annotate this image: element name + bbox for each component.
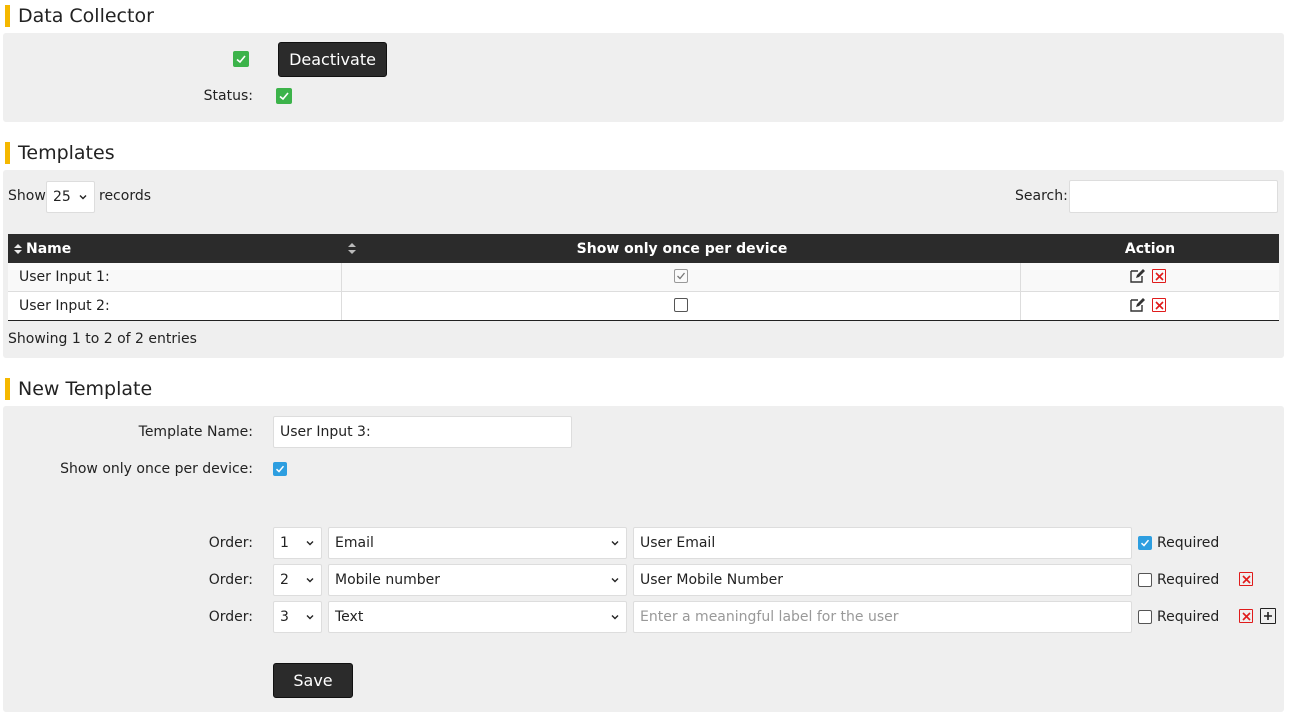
templates-table: Name Show only once per device Action Us… <box>8 234 1279 321</box>
field-type-value: Text <box>335 609 364 625</box>
row-name: User Input 2: <box>19 298 110 314</box>
chevron-down-icon <box>306 541 314 546</box>
edit-icon[interactable] <box>1129 268 1145 288</box>
order-value: 1 <box>280 535 289 551</box>
row-name: User Input 1: <box>19 269 110 285</box>
order-select[interactable]: 3 <box>273 601 322 633</box>
new-template-heading: New Template <box>5 378 152 400</box>
activated-checkbox[interactable] <box>233 51 249 67</box>
save-button[interactable]: Save <box>273 663 353 698</box>
accent-bar <box>5 378 10 400</box>
chevron-down-icon <box>611 578 619 583</box>
chevron-down-icon <box>79 195 87 200</box>
page-size-value: 25 <box>53 189 71 205</box>
delete-icon[interactable] <box>1152 269 1166 283</box>
chevron-down-icon <box>306 578 314 583</box>
field-type-select[interactable]: Text <box>328 601 627 633</box>
order-value: 2 <box>280 572 289 588</box>
records-label: records <box>99 188 152 204</box>
check-icon <box>279 92 289 101</box>
new-template-title: New Template <box>18 378 153 400</box>
deactivate-button[interactable]: Deactivate <box>278 42 387 77</box>
order-value: 3 <box>280 609 289 625</box>
once-checkbox[interactable] <box>273 462 287 476</box>
remove-field-icon[interactable] <box>1239 572 1253 586</box>
table-row: User Input 2: <box>8 292 1279 321</box>
show-label: Show <box>8 188 46 204</box>
templates-heading: Templates <box>5 142 115 164</box>
page-size-select[interactable]: 25 <box>46 181 95 213</box>
status-label: Status: <box>203 88 253 104</box>
once-label: Show only once per device: <box>60 461 253 477</box>
search-input[interactable] <box>1069 180 1278 213</box>
column-header-name[interactable]: Name <box>13 234 71 263</box>
remove-field-icon[interactable] <box>1239 609 1253 623</box>
cell-divider <box>1020 263 1021 291</box>
status-indicator <box>276 88 292 104</box>
order-label: Order: <box>208 535 253 551</box>
check-icon <box>1140 539 1150 547</box>
cell-divider <box>1020 292 1021 320</box>
data-collector-heading: Data Collector <box>5 5 154 27</box>
required-checkbox[interactable] <box>1138 610 1152 624</box>
template-name-label: Template Name: <box>138 424 253 440</box>
field-type-select[interactable]: Mobile number <box>328 564 627 596</box>
field-type-select[interactable]: Email <box>328 527 627 559</box>
accent-bar <box>5 5 10 27</box>
delete-icon[interactable] <box>1152 298 1166 312</box>
add-field-icon[interactable] <box>1260 608 1276 624</box>
table-row: User Input 1: <box>8 263 1279 292</box>
column-header-name-text: Name <box>26 240 72 257</box>
column-header-action: Action <box>1124 240 1176 257</box>
templates-panel: Show 25 records Search: Name Show only o… <box>3 170 1284 358</box>
field-type-value: Email <box>335 535 374 551</box>
search-label: Search: <box>1015 188 1068 204</box>
required-checkbox[interactable] <box>1138 573 1152 587</box>
field-label-input[interactable]: User Email <box>633 527 1132 559</box>
check-icon <box>677 272 686 280</box>
once-checkbox-unchecked <box>674 298 688 312</box>
required-label: Required <box>1157 572 1220 588</box>
field-label-input[interactable]: Enter a meaningful label for the user <box>633 601 1132 633</box>
order-select[interactable]: 2 <box>273 564 322 596</box>
order-select[interactable]: 1 <box>273 527 322 559</box>
field-type-value: Mobile number <box>335 572 441 588</box>
order-label: Order: <box>208 572 253 588</box>
check-icon <box>275 465 285 473</box>
required-checkbox[interactable] <box>1138 536 1152 550</box>
cell-divider <box>341 263 342 291</box>
order-label: Order: <box>208 609 253 625</box>
check-icon <box>236 55 246 64</box>
required-label: Required <box>1157 609 1220 625</box>
once-checkbox-checked <box>674 269 688 283</box>
chevron-down-icon <box>611 541 619 546</box>
data-collector-title: Data Collector <box>18 5 154 27</box>
templates-title: Templates <box>18 142 115 164</box>
table-info: Showing 1 to 2 of 2 entries <box>8 331 197 347</box>
edit-icon[interactable] <box>1129 297 1145 317</box>
required-label: Required <box>1157 535 1220 551</box>
cell-divider <box>341 292 342 320</box>
column-header-once: Show only once per device <box>576 240 788 257</box>
chevron-down-icon <box>611 615 619 620</box>
data-collector-panel: Deactivate Status: <box>3 33 1284 122</box>
template-name-input[interactable]: User Input 3: <box>273 416 572 448</box>
new-template-panel: Template Name: User Input 3: Show only o… <box>3 406 1284 712</box>
chevron-down-icon <box>306 615 314 620</box>
sort-icon <box>14 243 22 254</box>
field-label-input[interactable]: User Mobile Number <box>633 564 1132 596</box>
accent-bar <box>5 142 10 164</box>
